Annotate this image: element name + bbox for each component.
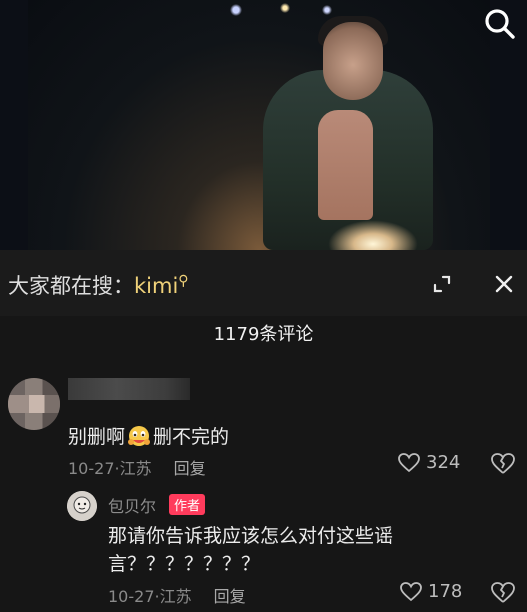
comment-date: 10-27 bbox=[68, 459, 115, 478]
video-frame bbox=[28, 0, 490, 250]
like-button[interactable]: 324 bbox=[398, 452, 460, 473]
search-suggestion[interactable]: 大家都在搜：kimi⚲ bbox=[8, 270, 189, 300]
search-magnifier-icon: ⚲ bbox=[178, 273, 189, 289]
reply-author-name[interactable]: 包贝尔 bbox=[108, 493, 156, 517]
heart-icon bbox=[398, 452, 420, 472]
motorbike-headlight bbox=[328, 220, 418, 250]
author-badge: 作者 bbox=[169, 494, 206, 515]
comment-text: 别删啊 删不完的 bbox=[68, 422, 229, 449]
expand-icon[interactable] bbox=[421, 265, 463, 303]
search-keyword[interactable]: kimi bbox=[134, 274, 178, 298]
broken-heart-icon[interactable] bbox=[490, 452, 516, 476]
like-count: 324 bbox=[426, 452, 461, 473]
comment-count: 1179条评论 bbox=[213, 324, 314, 345]
blurred-username[interactable] bbox=[68, 378, 190, 400]
reply-date: 10-27 bbox=[108, 587, 155, 606]
reply-like-count: 178 bbox=[428, 581, 463, 602]
reply-broken-heart-icon[interactable] bbox=[490, 581, 516, 605]
comment-text-part1: 别删啊 bbox=[68, 426, 126, 448]
search-suggestion-label: 大家都在搜： bbox=[8, 274, 134, 298]
reply-reply-button[interactable]: 回复 bbox=[214, 587, 246, 606]
video-player[interactable] bbox=[0, 0, 527, 250]
crying-hug-emoji-icon bbox=[127, 425, 151, 447]
avatar[interactable] bbox=[8, 378, 60, 430]
reply-meta: 10-27·江苏 回复 bbox=[108, 587, 246, 606]
background-lights bbox=[208, 0, 348, 20]
reply-like-button[interactable]: 178 bbox=[400, 581, 462, 602]
reply-text-line2: 言？？？？？？？ bbox=[108, 553, 261, 575]
figure-chest bbox=[318, 110, 373, 220]
reply-button[interactable]: 回复 bbox=[174, 459, 206, 478]
close-icon[interactable] bbox=[483, 265, 525, 303]
comment-meta: 10-27·江苏 回复 bbox=[68, 459, 206, 478]
reply-location: 江苏 bbox=[159, 587, 192, 606]
author-avatar[interactable] bbox=[67, 491, 97, 521]
search-icon[interactable] bbox=[482, 6, 518, 42]
comment-text-part2: 删不完的 bbox=[153, 426, 230, 448]
heart-icon bbox=[400, 581, 422, 601]
reply-text-line1: 那请你告诉我应该怎么对付这些谣 bbox=[108, 525, 394, 547]
comment-location: 江苏 bbox=[119, 459, 152, 478]
figure-head bbox=[323, 22, 383, 100]
